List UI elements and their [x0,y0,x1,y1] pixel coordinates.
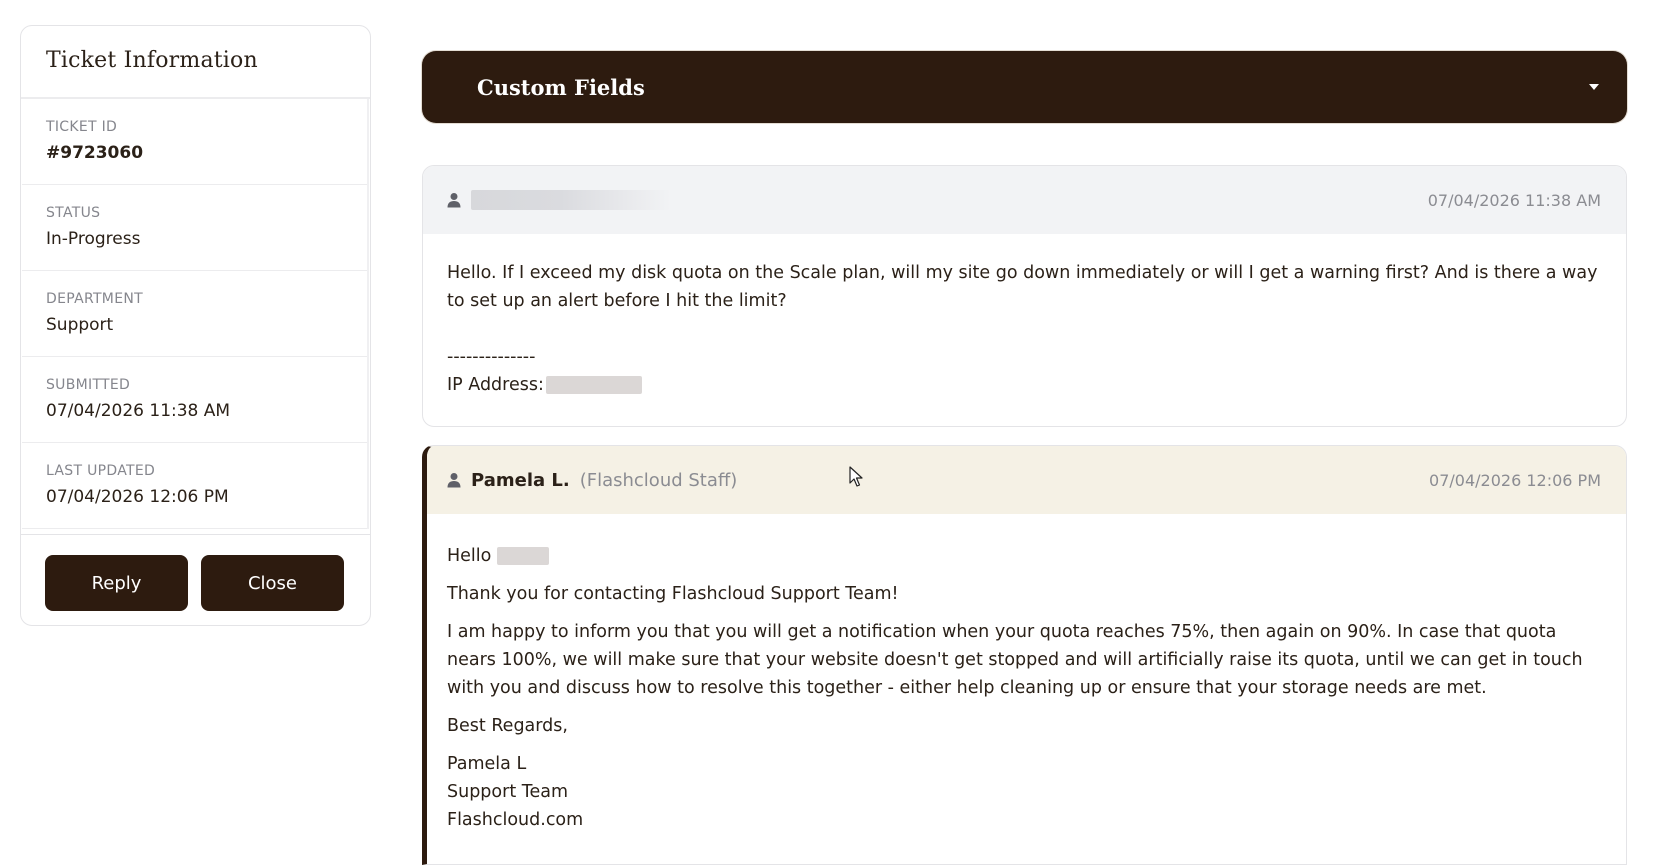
client-author [447,190,671,210]
ticket-info-title: Ticket Information [46,48,258,73]
redacted-ip-address [545,376,642,394]
ticket-info-list: TICKET ID #9723060 STATUS In-Progress DE… [22,99,369,529]
redacted-customer-name [496,547,549,565]
ticket-id-label: TICKET ID [46,119,118,135]
greeting-text: Hello [447,546,492,566]
ticket-id-row: TICKET ID #9723060 [22,99,367,185]
department-label: DEPARTMENT [46,291,143,307]
mouse-cursor-icon [849,466,863,487]
ticket-actions: Reply Close [21,534,370,611]
custom-fields-toggle[interactable]: Custom Fields [422,51,1627,123]
staff-author-name: Pamela L. [471,469,570,491]
staff-author: Pamela L. (Flashcloud Staff) [447,470,737,491]
department-value: Support [46,315,114,335]
ticket-info-header: Ticket Information [21,26,370,99]
reply-paragraph: I am happy to inform you that you will g… [447,622,1583,698]
staff-message-header: Pamela L. (Flashcloud Staff) 07/04/2026 … [427,446,1626,514]
staff-author-role: (Flashcloud Staff) [579,469,738,491]
client-message-date: 07/04/2026 11:38 AM [1427,190,1601,210]
last-updated-value: 07/04/2026 12:06 PM [46,487,229,507]
status-label: STATUS [46,205,101,221]
signature-website: Flashcloud.com [447,810,584,830]
last-updated-row: LAST UPDATED 07/04/2026 12:06 PM [22,443,367,529]
staff-message: Pamela L. (Flashcloud Staff) 07/04/2026 … [422,445,1627,865]
staff-message-body: Hello Thank you for contacting Flashclou… [427,514,1626,834]
status-row: STATUS In-Progress [22,185,367,271]
client-message-header: 07/04/2026 11:38 AM [423,166,1626,234]
last-updated-label: LAST UPDATED [46,463,156,479]
ticket-id-value: #9723060 [46,143,144,163]
submitted-value: 07/04/2026 11:38 AM [46,401,231,421]
user-icon [447,193,461,208]
chevron-down-icon [1589,84,1599,90]
client-message-body: Hello. If I exceed my disk quota on the … [423,234,1626,399]
client-message: 07/04/2026 11:38 AM Hello. If I exceed m… [422,165,1627,427]
close-button[interactable]: Close [201,555,344,611]
department-row: DEPARTMENT Support [22,271,367,357]
staff-message-date: 07/04/2026 12:06 PM [1429,470,1601,490]
submitted-row: SUBMITTED 07/04/2026 11:38 AM [22,357,367,443]
reply-paragraph: Thank you for contacting Flashcloud Supp… [447,584,899,604]
redacted-client-name [471,190,671,210]
signature-name: Pamela L [447,754,527,774]
reply-button[interactable]: Reply [45,555,188,611]
custom-fields-title: Custom Fields [477,74,645,100]
ip-address-line: IP Address: [447,371,1602,399]
submitted-label: SUBMITTED [46,377,131,393]
ticket-info-card: Ticket Information TICKET ID #9723060 ST… [20,25,371,626]
ip-address-label: IP Address: [447,375,544,395]
message-separator: -------------- [447,347,536,367]
status-value: In-Progress [46,229,141,249]
signature-team: Support Team [447,782,568,802]
reply-paragraph: Best Regards, [447,716,568,736]
signature: Pamela L Support Team Flashcloud.com [447,750,1602,834]
client-message-text: Hello. If I exceed my disk quota on the … [447,263,1598,311]
greeting-line: Hello [447,542,1602,570]
user-icon [447,473,461,488]
